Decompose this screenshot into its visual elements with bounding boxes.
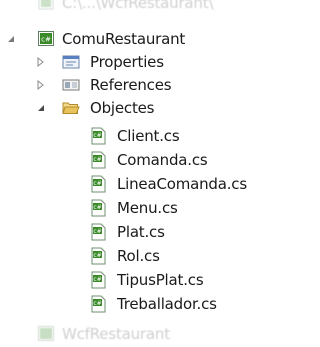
csharp-file-icon: c# bbox=[90, 295, 108, 313]
collapsed-arrow-icon[interactable] bbox=[36, 80, 46, 90]
solution-explorer-tree: C:\...\WcfRestaurant\ c# ComuRestaurant bbox=[0, 0, 248, 344]
csharp-file-icon: c# bbox=[90, 223, 108, 241]
tree-item-label: C:\...\WcfRestaurant\ bbox=[62, 0, 214, 12]
tree-item-label: Client.cs bbox=[117, 127, 180, 145]
svg-text:c#: c# bbox=[93, 228, 101, 235]
svg-text:c#: c# bbox=[93, 204, 101, 211]
svg-text:c#: c# bbox=[93, 300, 101, 307]
csharp-file-icon: c# bbox=[90, 175, 108, 193]
csharp-file-icon: c# bbox=[90, 127, 108, 145]
svg-text:c#: c# bbox=[93, 276, 101, 283]
csharp-file-icon: c# bbox=[90, 271, 108, 289]
references-icon bbox=[62, 76, 80, 94]
tree-item-label: WcfRestaurant bbox=[62, 325, 170, 343]
tree-item-label: LineaComanda.cs bbox=[117, 175, 247, 193]
tree-item-label: Treballador.cs bbox=[117, 295, 217, 313]
csharp-file-icon: c# bbox=[90, 247, 108, 265]
tree-item-label: ComuRestaurant bbox=[62, 30, 186, 48]
tree-item-label: Properties bbox=[90, 53, 164, 71]
tree-item-label: Menu.cs bbox=[117, 199, 178, 217]
svg-text:c#: c# bbox=[93, 156, 101, 163]
properties-icon bbox=[62, 53, 80, 71]
expanded-arrow-icon[interactable] bbox=[36, 103, 46, 113]
csharp-project-icon bbox=[38, 0, 56, 12]
folder-open-icon bbox=[62, 99, 80, 117]
svg-text:c#: c# bbox=[93, 252, 101, 259]
tree-item-label: Objectes bbox=[90, 99, 155, 117]
tree-item-label: Comanda.cs bbox=[117, 151, 208, 169]
expanded-arrow-icon[interactable] bbox=[6, 34, 16, 44]
tree-item-label: References bbox=[90, 76, 172, 94]
csharp-file-icon: c# bbox=[90, 199, 108, 217]
csharp-file-icon: c# bbox=[90, 151, 108, 169]
collapsed-arrow-icon[interactable] bbox=[36, 57, 46, 67]
csharp-project-icon bbox=[38, 325, 56, 343]
tree-item-label: Rol.cs bbox=[117, 247, 160, 265]
svg-text:c#: c# bbox=[93, 132, 101, 139]
tree-item-label: TipusPlat.cs bbox=[117, 271, 204, 289]
tree-item-label: Plat.cs bbox=[117, 223, 165, 241]
csharp-project-icon: c# bbox=[38, 30, 56, 48]
svg-text:c#: c# bbox=[41, 36, 51, 44]
svg-text:c#: c# bbox=[93, 180, 101, 187]
